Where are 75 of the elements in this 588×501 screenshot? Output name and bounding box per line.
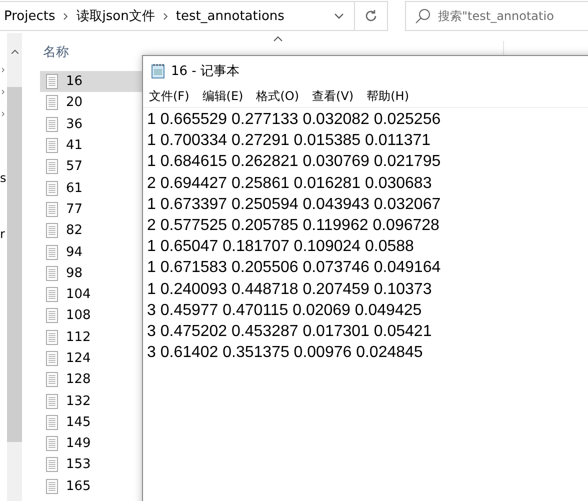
file-icon bbox=[46, 287, 58, 302]
text-line: 1 0.673397 0.250594 0.043943 0.032067 bbox=[147, 194, 442, 215]
nav-item[interactable]: r bbox=[0, 223, 7, 245]
sort-icon bbox=[273, 36, 283, 42]
file-icon bbox=[46, 74, 58, 90]
text-line: 3 0.61402 0.351375 0.00976 0.024845 bbox=[147, 343, 424, 364]
file-row[interactable]: 153 bbox=[40, 454, 144, 476]
text-line: 3 0.475202 0.453287 0.017301 0.05421 bbox=[147, 322, 433, 342]
file-icon bbox=[46, 478, 58, 494]
expand-icon bbox=[0, 89, 6, 95]
file-row[interactable]: 165 bbox=[40, 476, 144, 497]
file-icon bbox=[46, 372, 58, 388]
file-icon bbox=[46, 457, 58, 472]
file-row[interactable]: 98 bbox=[40, 262, 144, 284]
file-icon bbox=[46, 414, 58, 430]
file-row[interactable]: 94 bbox=[40, 241, 144, 263]
breadcrumb[interactable]: 读取json文件 bbox=[76, 7, 155, 25]
expand-icon bbox=[0, 67, 6, 73]
file-row[interactable]: 132 bbox=[40, 390, 144, 412]
text-line: 3 0.45977 0.470115 0.02069 0.049425 bbox=[147, 300, 423, 321]
file-row[interactable]: 128 bbox=[40, 369, 144, 390]
notepad-icon bbox=[151, 62, 165, 78]
file-row[interactable]: 61 bbox=[40, 177, 144, 199]
scroll-up-icon bbox=[10, 47, 20, 57]
file-icon bbox=[46, 180, 58, 196]
text-line: 2 0.694427 0.25861 0.016281 0.030683 bbox=[147, 174, 433, 194]
breadcrumb[interactable]: Projects bbox=[4, 8, 56, 24]
file-icon bbox=[46, 95, 58, 110]
file-row[interactable]: 36 bbox=[40, 114, 144, 135]
file-row[interactable]: 82 bbox=[40, 220, 144, 242]
file-icon bbox=[46, 244, 58, 260]
menu-item[interactable]: 编辑(E) bbox=[202, 88, 244, 104]
file-row[interactable]: 77 bbox=[40, 198, 144, 220]
file-row[interactable]: 145 bbox=[40, 412, 144, 434]
file-row[interactable]: 124 bbox=[40, 348, 144, 370]
window-title: 16 - 记事本 bbox=[171, 62, 240, 80]
text-line: 1 0.671583 0.205506 0.073746 0.049164 bbox=[147, 258, 442, 278]
search-field[interactable]: 搜索"test_annotatio bbox=[405, 1, 588, 31]
file-icon bbox=[46, 116, 58, 132]
file-row[interactable]: 149 bbox=[40, 433, 144, 454]
file-icon bbox=[46, 308, 58, 324]
file-row[interactable]: 104 bbox=[40, 284, 144, 306]
file-row[interactable]: 57 bbox=[40, 156, 144, 178]
expand-icon bbox=[0, 111, 6, 117]
file-icon bbox=[46, 223, 58, 238]
file-icon bbox=[46, 351, 58, 366]
chevron-icon bbox=[160, 12, 170, 20]
file-icon bbox=[46, 138, 58, 154]
file-row[interactable]: 16 bbox=[40, 71, 144, 92]
nav-item[interactable]: s bbox=[0, 167, 7, 189]
file-row[interactable]: 20 bbox=[40, 92, 144, 114]
file-icon bbox=[46, 159, 58, 174]
file-icon bbox=[46, 202, 58, 217]
text-line: 1 0.700334 0.27291 0.015385 0.011371 bbox=[147, 131, 432, 152]
file-row[interactable]: 41 bbox=[40, 134, 144, 156]
text-line: 1 0.684615 0.262821 0.030769 0.021795 bbox=[147, 152, 442, 172]
menu-item[interactable]: 文件(F) bbox=[149, 88, 190, 104]
file-icon bbox=[46, 330, 58, 345]
refresh-icon bbox=[364, 9, 378, 23]
file-row[interactable]: 112 bbox=[40, 326, 144, 348]
file-icon bbox=[46, 266, 58, 281]
text-line: 1 0.665529 0.277133 0.032082 0.025256 bbox=[147, 110, 442, 130]
file-row[interactable]: 108 bbox=[40, 305, 144, 327]
scrollbar[interactable] bbox=[7, 33, 22, 501]
column-header[interactable]: 名称 bbox=[40, 43, 69, 61]
menu-item[interactable]: 格式(O) bbox=[256, 88, 300, 104]
file-icon bbox=[46, 394, 58, 409]
text-line: 2 0.577525 0.205785 0.119962 0.096728 bbox=[147, 216, 440, 236]
breadcrumb[interactable]: test_annotations bbox=[176, 8, 284, 24]
menu-item[interactable]: 查看(V) bbox=[312, 88, 354, 104]
chevron-icon bbox=[61, 12, 70, 20]
file-icon bbox=[46, 436, 58, 452]
text-line: 1 0.65047 0.181707 0.109024 0.0588 bbox=[147, 237, 415, 258]
menu-item[interactable]: 帮助(H) bbox=[366, 88, 409, 104]
text-line: 1 0.240093 0.448718 0.207459 0.10373 bbox=[147, 280, 433, 300]
